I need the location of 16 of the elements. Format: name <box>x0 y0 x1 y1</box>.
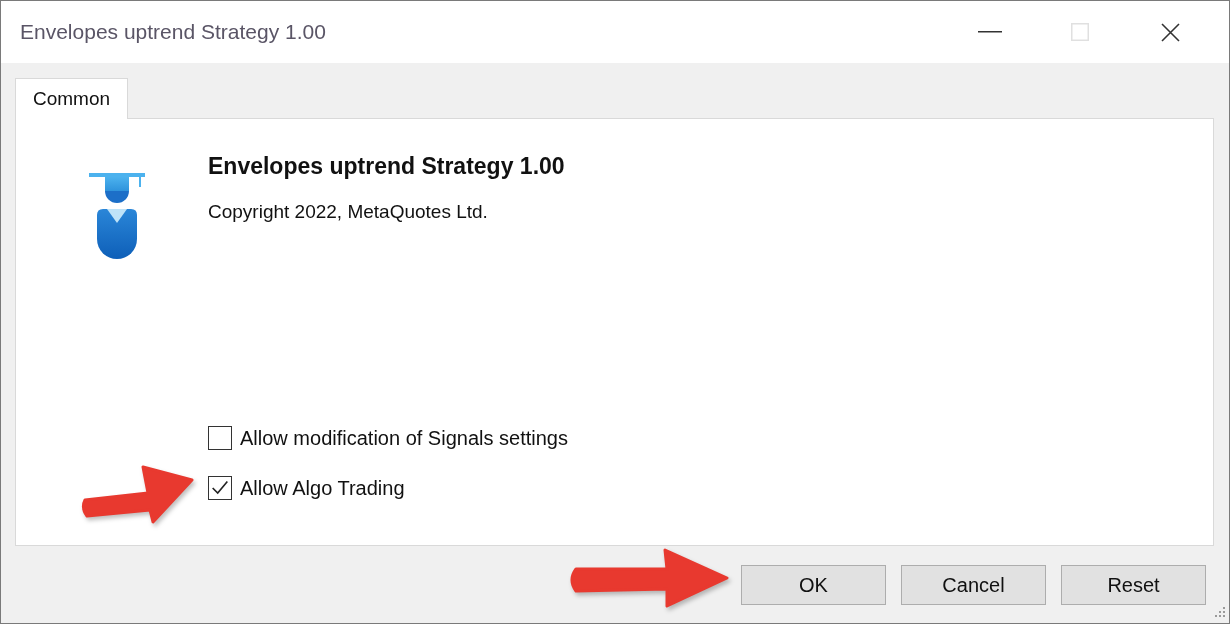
tab[interactable]: Common <box>15 78 128 119</box>
maximize-icon <box>1071 23 1089 41</box>
checkbox[interactable] <box>208 426 232 450</box>
close-icon <box>1160 22 1180 42</box>
window-title: Envelopes uptrend Strategy 1.00 <box>20 20 326 44</box>
dialog-button[interactable]: Reset <box>1061 565 1206 605</box>
checkbox-label[interactable]: Allow modification of Signals settings <box>240 426 568 450</box>
program-title: Envelopes uptrend Strategy 1.00 <box>208 153 565 180</box>
dialog-button[interactable]: Cancel <box>901 565 1046 605</box>
copyright-text: Copyright 2022, MetaQuotes Ltd. <box>208 201 489 223</box>
student-icon <box>89 171 145 259</box>
checkbox-label[interactable]: Allow Algo Trading <box>240 476 405 500</box>
resize-grip-icon <box>1215 607 1225 617</box>
dialog-button[interactable]: OK <box>741 565 886 605</box>
checkbox[interactable] <box>208 476 232 500</box>
minimize-icon <box>978 31 1002 33</box>
